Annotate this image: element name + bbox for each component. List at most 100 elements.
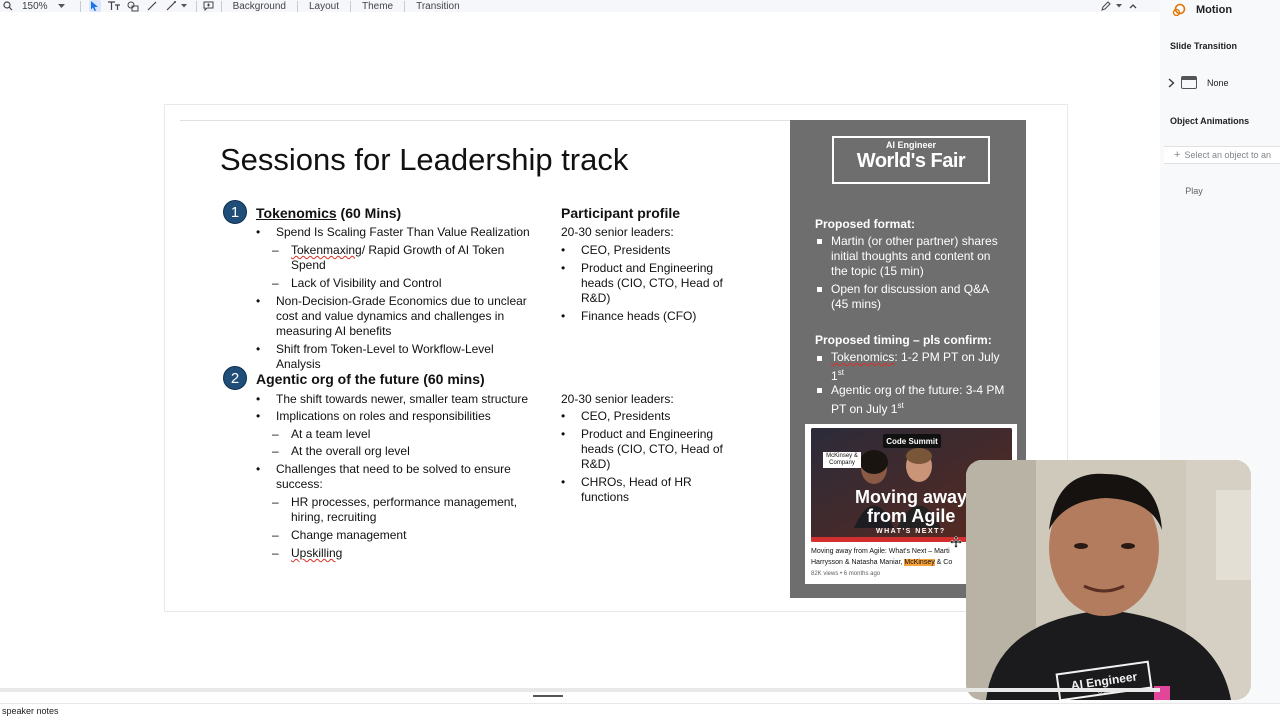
toolbar-divider (349, 0, 351, 12)
zoom-value: 150% (22, 0, 48, 12)
video-brand-tag: McKinsey & Company (823, 452, 861, 468)
profile-group-2-label: 20-30 senior leaders: (561, 392, 674, 406)
horizontal-scrollbar[interactable] (0, 688, 1160, 692)
bullet-square (817, 388, 822, 393)
profile-1-item-1: CEO, Presidents (581, 243, 671, 257)
shape-icon[interactable] (127, 0, 139, 12)
s1-bullet-2-line-3: measuring AI benefits (276, 324, 392, 338)
bullet-dash: – (272, 444, 279, 458)
s1-sub-1-line-2: Spend (291, 258, 326, 272)
s2-bullet-3-line-1: Challenges that need to be solved to ens… (276, 462, 511, 476)
s2-bullet-2: Implications on roles and responsibiliti… (276, 409, 491, 423)
bullet-dot: • (256, 462, 261, 476)
video-title[interactable]: Moving away from Agile: What's Next – Ma… (811, 548, 950, 555)
format-2-line-2: (45 mins) (831, 297, 882, 311)
select-cursor-icon[interactable] (88, 0, 101, 12)
plus-icon: + (1174, 149, 1181, 161)
layout-button[interactable]: Layout (309, 1, 339, 12)
timing-1-day: 1 (831, 369, 838, 383)
profile-1-item-3: Finance heads (CFO) (581, 309, 697, 323)
tokenmaxing-word: Tokenmaxing (291, 243, 362, 257)
profile-1-item-2-line-2: heads (CIO, CTO, Head of (581, 276, 723, 290)
format-1-line-2: initial thoughts and content on (831, 249, 991, 263)
video-overlay-title-2: from Agile (867, 506, 956, 526)
section-1-title[interactable]: Tokenomics (60 Mins) (256, 205, 401, 221)
tokenomics-word: Tokenomics (831, 350, 895, 364)
timing-2-sup: st (897, 401, 904, 410)
video-authors: Harrysson & Natasha Maniar, McKinsey & C… (811, 559, 952, 566)
profile-group-1-label: 20-30 senior leaders: (561, 225, 674, 239)
s2-sub-5: Upskilling (291, 546, 343, 560)
line-icon[interactable] (146, 0, 158, 12)
play-button[interactable]: Play (1176, 183, 1212, 199)
section-2-title[interactable]: Agentic org of the future (60 mins) (256, 371, 485, 387)
toolbar-divider (79, 0, 81, 12)
bullet-dash: – (272, 546, 279, 560)
toolbar-divider (195, 0, 197, 12)
bullet-dash: – (272, 495, 279, 509)
webcam-feed: AI Engineer SUMMIT (966, 460, 1251, 700)
s1-sub-1-rest: / Rapid Growth of AI Token (361, 243, 505, 257)
resize-handle[interactable] (533, 695, 563, 697)
add-animation-button[interactable]: + Select an object to an (1164, 146, 1280, 164)
s2-sub-1: At a team level (291, 427, 371, 441)
bullet-dot: • (561, 427, 566, 441)
section-number-badge: 1 (223, 200, 247, 224)
slide-title[interactable]: Sessions for Leadership track (220, 142, 628, 178)
bullet-dot: • (561, 243, 566, 257)
bullet-dot: • (256, 342, 261, 356)
transition-selector[interactable]: None (1168, 76, 1229, 89)
video-overlay-subtitle: WHAT'S NEXT? (876, 528, 946, 535)
participant-profile-heading[interactable]: Participant profile (561, 205, 680, 221)
speaker-notes-bar (0, 703, 1280, 720)
connector-icon[interactable] (165, 0, 177, 12)
timing-1-line-1: Tokenomics: 1-2 PM PT on July (831, 350, 1000, 365)
collapse-toolbar-icon[interactable] (1127, 0, 1139, 12)
pen-icon[interactable] (1100, 0, 1112, 12)
motion-icon (1172, 3, 1186, 17)
bullet-dot: • (561, 261, 566, 275)
slide-top-rule (180, 120, 792, 121)
webcam-overlay[interactable]: AI Engineer SUMMIT (966, 460, 1251, 700)
section-1-duration: (60 Mins) (336, 205, 402, 221)
bullet-dash: – (272, 427, 279, 441)
s2-sub-3-line-1: HR processes, performance management, (291, 495, 518, 509)
profile-1-item-2: Product and Engineering (581, 261, 714, 275)
bullet-dot: • (256, 225, 261, 239)
bullet-square (817, 287, 822, 292)
toolbar: 150% Background Layout Theme Transition (0, 0, 1160, 12)
video-authors-highlight: McKinsey (904, 559, 935, 566)
bullet-square (817, 239, 822, 244)
chevron-down-icon[interactable] (178, 0, 190, 12)
move-cursor-icon (950, 536, 962, 548)
format-2-line-1: Open for discussion and Q&A (831, 282, 990, 296)
add-comment-icon[interactable] (203, 0, 215, 12)
chevron-down-icon[interactable] (1113, 0, 1125, 12)
toolbar-divider (404, 0, 406, 12)
zoom-control[interactable]: 150% (2, 0, 68, 12)
format-1-line-1: Martin (or other partner) shares (831, 234, 998, 248)
profile-2-item-2-line-3: R&D) (581, 457, 611, 471)
bullet-square (817, 356, 822, 361)
video-overlay-title-1: Moving away (855, 487, 968, 507)
text-box-icon[interactable] (107, 0, 120, 12)
transition-button[interactable]: Transition (416, 1, 460, 12)
timing-2-line-2: PT on July 1st (831, 398, 904, 417)
section-number-badge: 2 (223, 366, 247, 390)
section-1-name: Tokenomics (256, 205, 337, 221)
proposed-format-heading: Proposed format: (815, 217, 916, 231)
s1-bullet-1: Spend Is Scaling Faster Than Value Reali… (276, 225, 530, 239)
background-button[interactable]: Background (233, 1, 286, 12)
speaker-notes-label[interactable]: speaker notes (2, 706, 59, 716)
bullet-dash: – (272, 243, 279, 257)
timing-1-sup: st (837, 368, 844, 377)
toolbar-divider (220, 0, 222, 12)
logo-subtitle: AI Engineer (885, 140, 936, 150)
s1-bullet-2-line-1: Non-Decision-Grade Economics due to uncl… (276, 294, 527, 308)
bullet-dot: • (256, 409, 261, 423)
zoom-icon (2, 0, 14, 12)
video-badge: Code Summit (883, 434, 941, 448)
timing-1-line-2: 1st (831, 365, 844, 384)
object-animations-heading: Object Animations (1170, 116, 1250, 126)
theme-button[interactable]: Theme (362, 1, 393, 12)
